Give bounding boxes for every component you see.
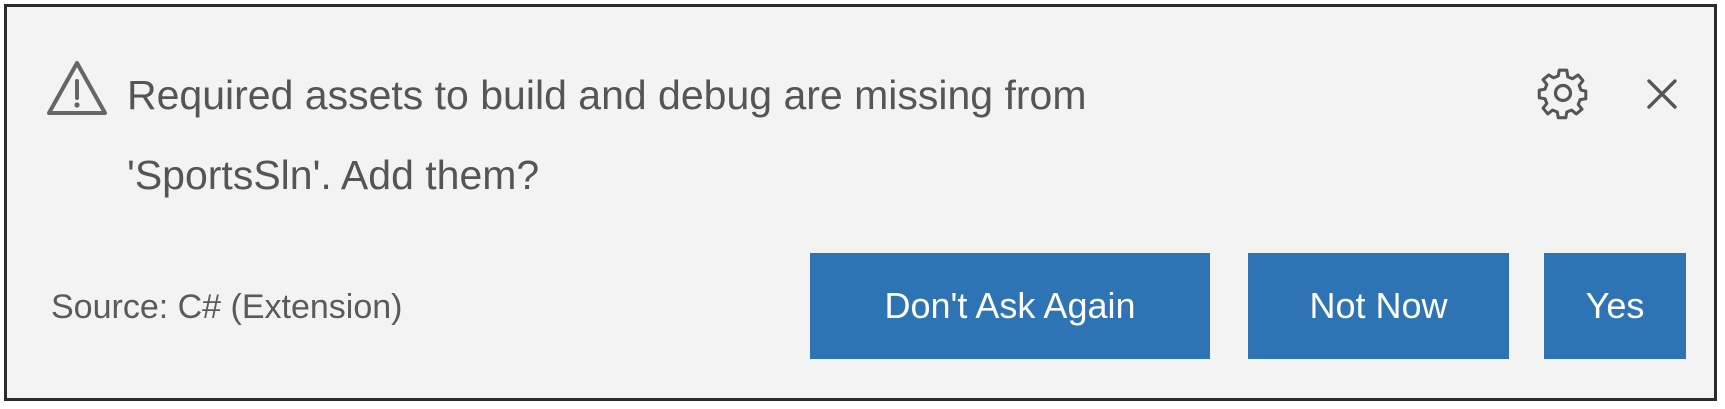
close-icon[interactable]: [1641, 73, 1683, 115]
warning-icon: [47, 61, 107, 115]
notification-source: Source: C# (Extension): [51, 288, 403, 326]
notification-toast: Required assets to build and debug are m…: [4, 4, 1717, 401]
message-line-1: Required assets to build and debug are m…: [127, 72, 1087, 118]
yes-button[interactable]: Yes: [1544, 253, 1686, 359]
gear-icon[interactable]: [1535, 65, 1591, 121]
not-now-button[interactable]: Not Now: [1248, 253, 1509, 359]
message-line-2: 'SportsSln'. Add them?: [127, 152, 540, 198]
notification-message: Required assets to build and debug are m…: [127, 55, 1307, 215]
dont-ask-again-button[interactable]: Don't Ask Again: [810, 253, 1210, 359]
